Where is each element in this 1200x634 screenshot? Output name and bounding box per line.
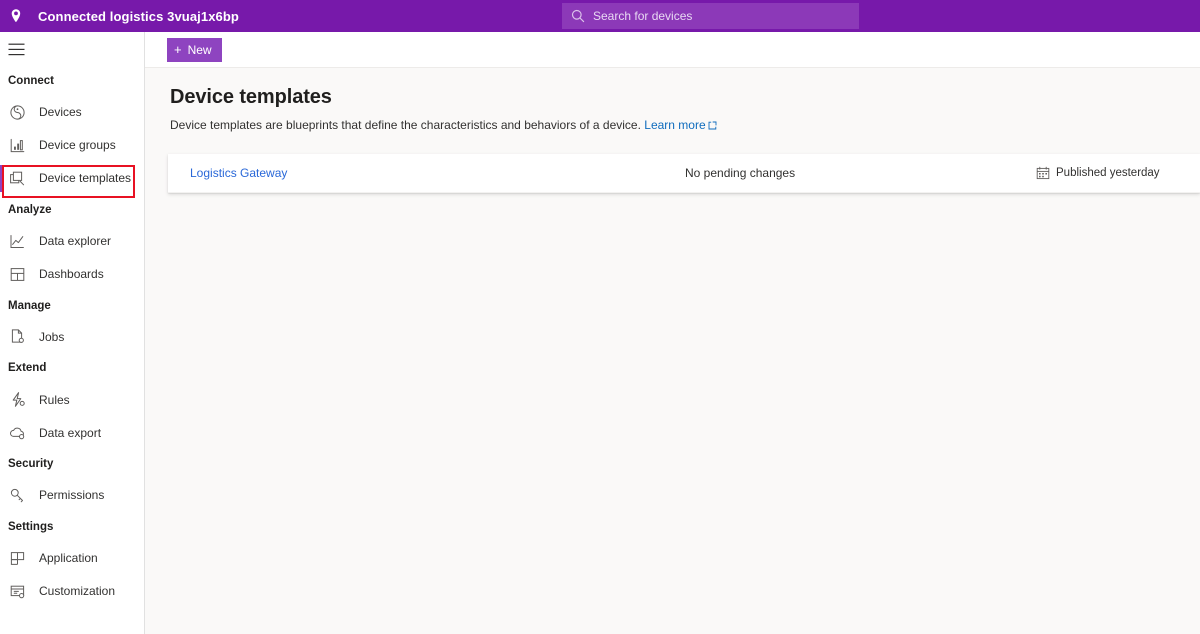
- search-input[interactable]: Search for devices: [562, 3, 859, 29]
- table-cell-status: No pending changes: [685, 166, 1036, 180]
- learn-more-label: Learn more: [644, 118, 705, 132]
- sidebar-item-device-groups[interactable]: Device groups: [0, 129, 144, 162]
- sidebar-item-devices[interactable]: Devices: [0, 96, 144, 129]
- table-cell-name: Logistics Gateway: [168, 166, 685, 180]
- command-bar: + New: [145, 32, 1200, 68]
- sidebar-item-label: Permissions: [39, 488, 104, 502]
- sidebar-group-analyze: Analyze: [0, 195, 144, 225]
- new-button-label: New: [188, 43, 212, 57]
- external-link-icon: [708, 118, 717, 135]
- sidebar-item-label: Devices: [39, 105, 82, 119]
- learn-more-link[interactable]: Learn more: [644, 118, 716, 132]
- sidebar-item-label: Application: [39, 551, 98, 565]
- calendar-icon: [1036, 166, 1050, 180]
- device-templates-icon: [8, 169, 26, 187]
- customization-icon: [8, 582, 26, 600]
- sidebar-group-settings: Settings: [0, 512, 144, 542]
- key-icon: [8, 486, 26, 504]
- sidebar-item-dashboards[interactable]: Dashboards: [0, 258, 144, 291]
- sidebar-item-label: Data explorer: [39, 234, 111, 248]
- sidebar-item-label: Device groups: [39, 138, 116, 152]
- sidebar-item-label: Rules: [39, 393, 70, 407]
- sidebar-navigation: Connect Devices Device groups: [0, 32, 145, 634]
- search-placeholder: Search for devices: [593, 9, 692, 23]
- sidebar-item-permissions[interactable]: Permissions: [0, 479, 144, 512]
- sidebar-item-label: Customization: [39, 584, 115, 598]
- sidebar-item-customization[interactable]: Customization: [0, 575, 144, 608]
- sidebar-group-connect: Connect: [0, 66, 144, 96]
- table-cell-published: Published yesterday: [1036, 166, 1200, 180]
- sidebar-item-data-export[interactable]: Data export: [0, 416, 144, 449]
- data-explorer-icon: [8, 232, 26, 250]
- top-header-bar: Connected logistics 3vuaj1x6bp Search fo…: [0, 0, 1200, 32]
- search-icon: [570, 8, 586, 24]
- page-title: Device templates: [145, 68, 1200, 109]
- sidebar-item-jobs[interactable]: Jobs: [0, 320, 144, 353]
- location-pin-icon: [0, 0, 32, 32]
- sidebar-item-rules[interactable]: Rules: [0, 383, 144, 416]
- device-template-link[interactable]: Logistics Gateway: [190, 166, 287, 180]
- devices-icon: [8, 103, 26, 121]
- hamburger-menu-icon[interactable]: [0, 32, 145, 66]
- sidebar-item-label: Data export: [39, 426, 101, 440]
- sidebar-item-data-explorer[interactable]: Data explorer: [0, 225, 144, 258]
- application-icon: [8, 549, 26, 567]
- device-templates-table: Logistics Gateway No pending changes: [168, 154, 1200, 193]
- sidebar-group-security: Security: [0, 449, 144, 479]
- sidebar-item-label: Dashboards: [39, 267, 104, 281]
- sidebar-group-extend: Extend: [0, 353, 144, 383]
- rules-icon: [8, 391, 26, 409]
- sidebar-group-manage: Manage: [0, 291, 144, 321]
- jobs-icon: [8, 328, 26, 346]
- new-button[interactable]: + New: [167, 38, 222, 62]
- sidebar-item-application[interactable]: Application: [0, 542, 144, 575]
- main-content: Device templates Device templates are bl…: [145, 68, 1200, 634]
- published-label: Published yesterday: [1056, 167, 1160, 179]
- data-export-icon: [8, 424, 26, 442]
- dashboards-icon: [8, 265, 26, 283]
- app-title: Connected logistics 3vuaj1x6bp: [38, 9, 239, 24]
- table-row[interactable]: Logistics Gateway No pending changes: [168, 154, 1200, 193]
- device-groups-icon: [8, 136, 26, 154]
- sidebar-item-label: Jobs: [39, 330, 64, 344]
- sidebar-item-label: Device templates: [39, 171, 131, 185]
- plus-icon: +: [174, 43, 182, 56]
- sidebar-item-device-templates[interactable]: Device templates: [0, 162, 144, 195]
- page-description-text: Device templates are blueprints that def…: [170, 118, 641, 132]
- page-description: Device templates are blueprints that def…: [145, 109, 1200, 135]
